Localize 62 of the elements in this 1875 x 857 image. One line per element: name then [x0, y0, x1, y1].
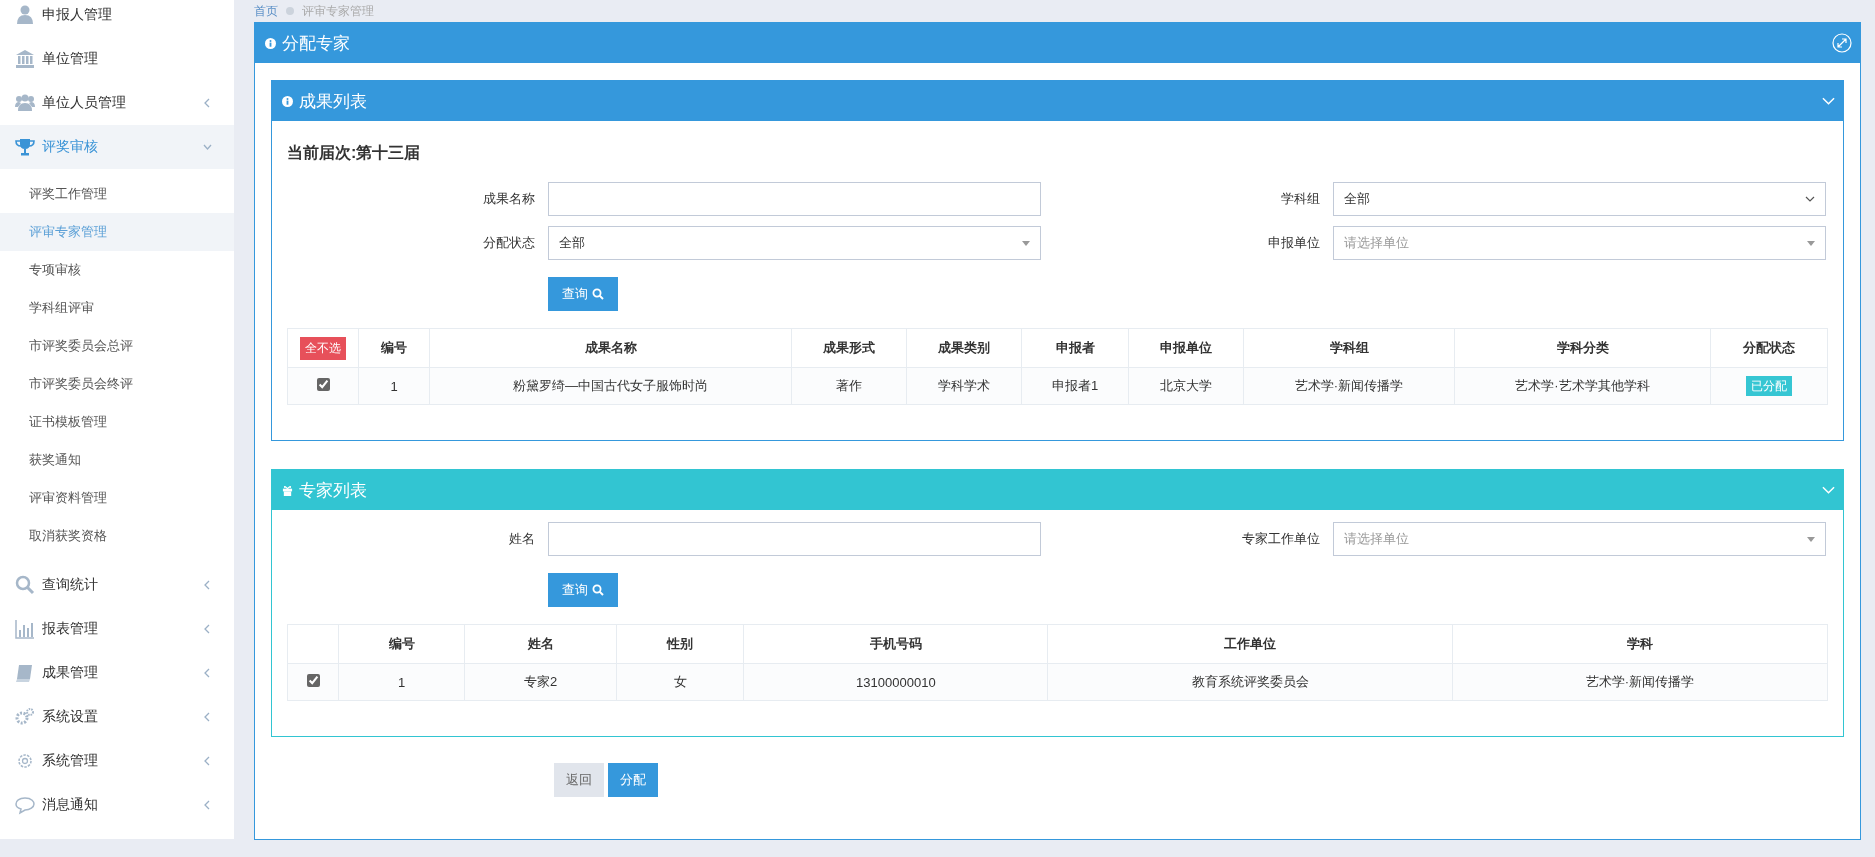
session-title: 当前届次:第十三届	[287, 143, 422, 163]
sidebar-subitem[interactable]: 评奖工作管理	[0, 175, 234, 213]
sidebar-item[interactable]: 报表管理	[0, 607, 234, 651]
deselect-all-button[interactable]: 全不选	[300, 336, 346, 360]
header-cell: 学科组	[1243, 328, 1455, 368]
table-cell: 学科学术	[906, 367, 1022, 405]
field-label: 专家工作单位	[1241, 530, 1320, 548]
table-cell: 1	[338, 663, 465, 701]
sidebar-item[interactable]: 系统管理	[0, 739, 234, 783]
table-cell: 艺术学·新闻传播学	[1243, 367, 1455, 405]
header-cell: 工作单位	[1047, 624, 1453, 664]
sidebar-item[interactable]: 成果管理	[0, 651, 234, 695]
header-cell: 手机号码	[743, 624, 1048, 664]
sidebar-item[interactable]: 单位人员管理	[0, 81, 234, 125]
header-cell: 分配状态	[1710, 328, 1828, 368]
panel-title: 成果列表	[299, 90, 367, 113]
sidebar-subitem[interactable]: 取消获奖资格	[0, 517, 234, 555]
sidebar-item[interactable]: 消息通知	[0, 783, 234, 827]
sidebar-subitem[interactable]: 获奖通知	[0, 441, 234, 479]
field-label: 申报单位	[1267, 234, 1320, 252]
field-label: 成果名称	[482, 190, 535, 208]
sidebar-item[interactable]: 申报人管理	[0, 0, 234, 37]
table-cell: 1	[358, 367, 430, 405]
table-cell: 女	[616, 663, 744, 701]
field-label: 学科组	[1280, 190, 1320, 208]
sidebar-subitem[interactable]: 专项审核	[0, 251, 234, 289]
field-label: 姓名	[508, 530, 535, 548]
header-cell: 编号	[338, 624, 465, 664]
sidebar-item[interactable]: 单位管理	[0, 37, 234, 81]
sidebar-subitem[interactable]: 证书模板管理	[0, 403, 234, 441]
header-cell: 性别	[616, 624, 744, 664]
sidebar-item[interactable]: 系统设置	[0, 695, 234, 739]
back-button[interactable]: 返回	[554, 763, 604, 797]
select-field[interactable]: 全部	[548, 226, 1041, 260]
panel-title: 分配专家	[282, 32, 350, 55]
sidebar-subitem[interactable]: 评审资料管理	[0, 479, 234, 517]
sidebar-subitem[interactable]: 市评奖委员会总评	[0, 327, 234, 365]
table-cell: 艺术学·艺术学其他学科	[1454, 367, 1711, 405]
field-label: 分配状态	[482, 234, 535, 252]
status-badge: 已分配	[1746, 375, 1792, 396]
table-cell: 专家2	[464, 663, 617, 701]
header-cell: 编号	[358, 328, 430, 368]
header-cell: 成果形式	[791, 328, 907, 368]
sidebar-subitem[interactable]: 学科组评审	[0, 289, 234, 327]
header-cell: 成果名称	[429, 328, 792, 368]
panel-title: 专家列表	[299, 479, 367, 502]
table-cell: 粉黛罗绮—中国古代女子服饰时尚	[429, 367, 792, 405]
header-cell: 申报单位	[1128, 328, 1244, 368]
header-cell: 学科分类	[1454, 328, 1711, 368]
table-cell: 13100000010	[743, 663, 1048, 701]
table-cell: 艺术学·新闻传播学	[1452, 663, 1828, 701]
select-field[interactable]: 全部	[1333, 182, 1826, 216]
table-cell: 教育系统评奖委员会	[1047, 663, 1453, 701]
header-cell: 成果类别	[906, 328, 1022, 368]
header-cell: 学科	[1452, 624, 1828, 664]
table-cell: 申报者1	[1021, 367, 1129, 405]
sidebar-subitem[interactable]: 市评奖委员会终评	[0, 365, 234, 403]
header-cell: 申报者	[1021, 328, 1129, 368]
table-cell: 著作	[791, 367, 907, 405]
sidebar-item[interactable]: 查询统计	[0, 563, 234, 607]
table-cell: 北京大学	[1128, 367, 1244, 405]
header-cell: 姓名	[464, 624, 617, 664]
